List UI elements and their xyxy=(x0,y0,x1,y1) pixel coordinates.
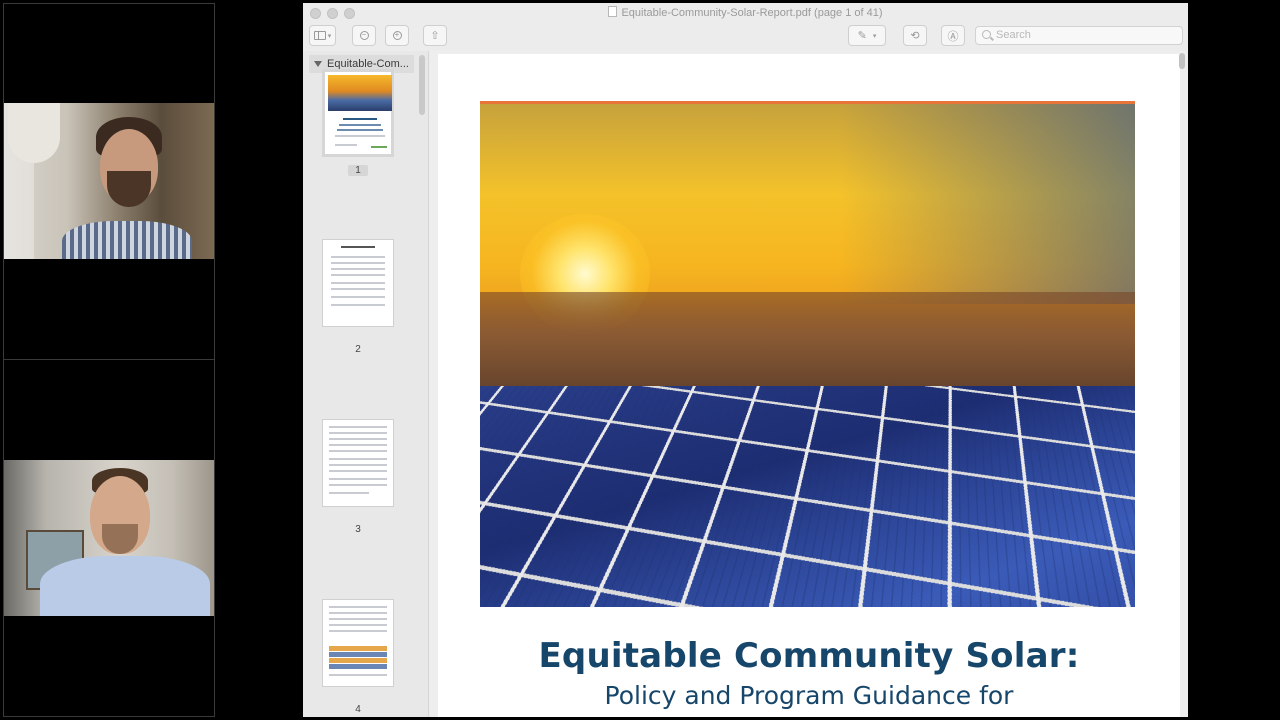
participant-body xyxy=(40,556,210,616)
document-scrollbar[interactable] xyxy=(1179,53,1185,69)
share-icon: ⇧ xyxy=(430,29,439,42)
participant-video xyxy=(4,103,214,259)
thumbnail-text-line xyxy=(331,296,385,298)
thumbnail-text-line xyxy=(335,135,385,137)
thumbnail-text-line xyxy=(329,618,387,620)
title-bar: Equitable-Community-Solar-Report.pdf (pa… xyxy=(303,3,1188,23)
document-view[interactable]: Equitable Community Solar: Policy and Pr… xyxy=(430,51,1188,717)
chevron-down-icon: ▾ xyxy=(328,32,332,40)
zoom-out-icon: − xyxy=(360,31,369,40)
zoom-in-button[interactable]: + xyxy=(385,25,409,46)
thumbnail-text-line xyxy=(329,606,387,608)
thumbnail-cover-image xyxy=(328,75,392,111)
thumbnail-table-band xyxy=(329,664,387,669)
annotate-button[interactable]: Ⓐ xyxy=(941,25,965,46)
pdf-document-icon xyxy=(608,6,617,17)
page-number-4: 4 xyxy=(348,704,368,715)
chevron-down-icon: ▾ xyxy=(873,32,877,40)
thumbnail-logo xyxy=(371,146,387,148)
thumbnail-text-line xyxy=(329,612,387,614)
sidebar-icon xyxy=(314,31,326,40)
page-thumbnail-2[interactable] xyxy=(322,239,394,327)
zoom-out-button[interactable]: − xyxy=(352,25,376,46)
cover-photo-solar-panels xyxy=(480,101,1135,607)
thumbnail-text-line xyxy=(329,674,387,676)
thumbnail-text-line xyxy=(331,274,385,276)
participant-beard xyxy=(107,171,151,207)
thumbnail-text-line xyxy=(329,426,387,428)
thumbnail-text-line xyxy=(329,492,369,494)
thumbnail-text-line xyxy=(339,124,381,126)
page-thumbnail-4[interactable] xyxy=(322,599,394,687)
thumbnail-text-line xyxy=(331,304,385,306)
search-input[interactable]: Search xyxy=(975,26,1183,45)
window-title-text: Equitable-Community-Solar-Report.pdf (pa… xyxy=(621,7,882,19)
thumbnail-text-line xyxy=(329,458,387,460)
preview-window: Equitable-Community-Solar-Report.pdf (pa… xyxy=(303,3,1188,717)
thumbnail-text-line xyxy=(335,144,357,146)
disclosure-triangle-icon xyxy=(314,61,322,67)
search-icon xyxy=(982,30,991,39)
zoom-in-icon: + xyxy=(393,31,402,40)
thumbnail-text-line xyxy=(329,470,387,472)
participant-video xyxy=(4,460,214,616)
page-thumbnail-3[interactable] xyxy=(322,419,394,507)
background-lamp xyxy=(8,103,60,163)
thumbnail-text-line xyxy=(329,432,387,434)
thumbnail-text-line xyxy=(329,450,387,452)
markup-button[interactable]: ✎ ▾ xyxy=(848,25,886,46)
thumbnail-text-line xyxy=(331,262,385,264)
thumbnail-text-line xyxy=(331,282,385,284)
thumbnail-text-line xyxy=(337,129,383,131)
thumbnail-text-line xyxy=(329,478,387,480)
share-button[interactable]: ⇧ xyxy=(423,25,447,46)
rotate-button[interactable]: ⟲ xyxy=(903,25,927,46)
thumbnail-text-line xyxy=(331,288,385,290)
page-number-2: 2 xyxy=(348,344,368,355)
participant-tile[interactable] xyxy=(4,360,214,716)
thumbnail-text-line xyxy=(331,256,385,258)
sidebar-toggle-button[interactable]: ▾ xyxy=(309,25,336,46)
thumbnail-text-line xyxy=(329,438,387,440)
rotate-icon: ⟲ xyxy=(910,29,919,42)
participant-body xyxy=(62,221,192,259)
document-subtitle: Policy and Program Guidance for xyxy=(438,681,1180,710)
thumbnail-text-line xyxy=(341,246,375,248)
thumbnail-text-line xyxy=(329,464,387,466)
thumbnail-text-line xyxy=(329,444,387,446)
thumbnail-table-band xyxy=(329,646,387,651)
thumbnail-text-line xyxy=(329,624,387,626)
page-number-3: 3 xyxy=(348,524,368,535)
toolbar: ▾ − + ⇧ ✎ ▾ ⟲ Ⓐ Search xyxy=(303,23,1188,51)
cover-photo-panels xyxy=(480,386,1135,607)
sidebar-scrollbar[interactable] xyxy=(419,55,425,115)
video-participants-panel xyxy=(3,3,215,717)
thumbnail-text-line xyxy=(343,118,377,120)
thumbnail-text-line xyxy=(329,484,387,486)
page-thumbnail-1[interactable] xyxy=(322,69,394,157)
thumbnail-text-line xyxy=(331,268,385,270)
document-title: Equitable Community Solar: xyxy=(438,636,1180,676)
search-placeholder: Search xyxy=(996,29,1031,41)
screen: Equitable-Community-Solar-Report.pdf (pa… xyxy=(0,0,1280,720)
thumbnail-table-band xyxy=(329,652,387,657)
thumbnail-sidebar: Equitable-Com... 1 2 3 4 xyxy=(303,51,429,717)
annotate-icon: Ⓐ xyxy=(948,28,959,44)
window-title: Equitable-Community-Solar-Report.pdf (pa… xyxy=(303,6,1188,19)
pdf-page: Equitable Community Solar: Policy and Pr… xyxy=(438,54,1180,717)
thumbnail-text-line xyxy=(329,630,387,632)
pen-icon: ✎ xyxy=(858,29,867,42)
participant-tile[interactable] xyxy=(4,4,214,360)
thumbnail-table-band xyxy=(329,658,387,663)
page-number-1: 1 xyxy=(348,165,368,176)
